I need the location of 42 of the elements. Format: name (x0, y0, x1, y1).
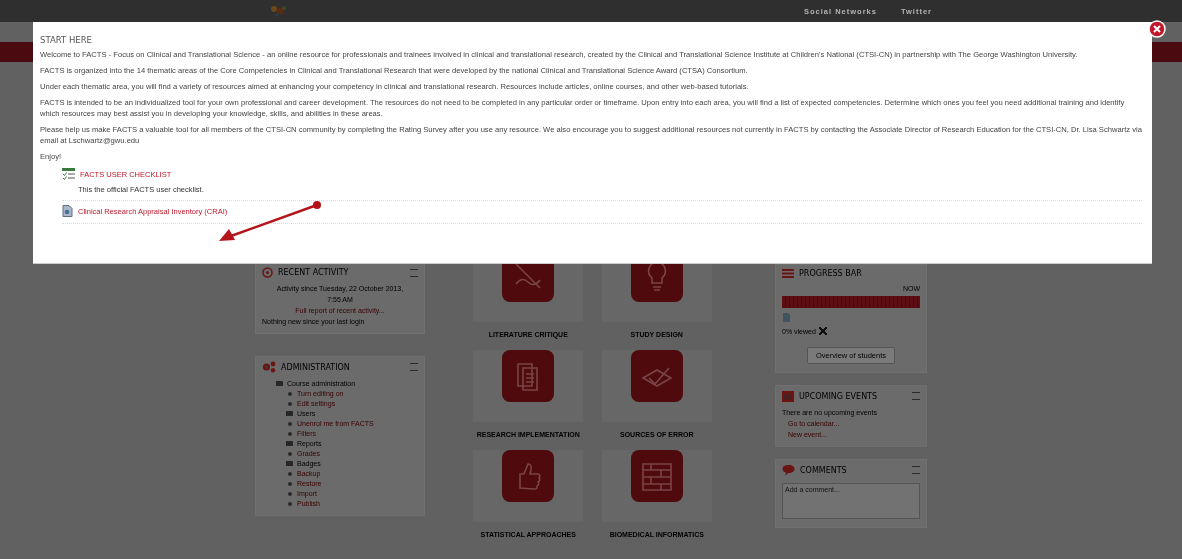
collapse-icon[interactable] (912, 466, 920, 474)
gears-icon (262, 361, 276, 373)
close-button[interactable] (1148, 20, 1166, 38)
bullet-icon (287, 391, 292, 396)
collapse-icon[interactable] (410, 363, 418, 371)
collapse-icon[interactable] (410, 268, 418, 277)
modal-title: START HERE (40, 34, 93, 46)
collapse-icon[interactable] (912, 392, 920, 400)
bullet-icon (287, 451, 292, 456)
block-title: UPCOMING EVENTS (799, 391, 878, 401)
tile-card[interactable] (473, 350, 584, 422)
checklist-icon (62, 168, 75, 180)
speech-bubble-icon (782, 464, 795, 476)
bars-icon (782, 269, 794, 278)
bullet-icon (287, 481, 292, 486)
tile-card[interactable] (473, 450, 584, 522)
bullet-icon (287, 501, 292, 506)
block-title: RECENT ACTIVITY (278, 268, 349, 277)
bullet-icon (287, 431, 292, 436)
folder-icon (276, 381, 283, 386)
tile-card[interactable] (601, 450, 712, 522)
brick-wall-icon (630, 450, 683, 502)
block-title: PROGRESS BAR (799, 269, 862, 278)
book-check-icon (630, 350, 683, 402)
thumbs-up-icon (502, 450, 555, 502)
papers-icon (502, 350, 555, 402)
document-icon (782, 312, 791, 323)
cross-icon (818, 327, 827, 335)
folder-icon (286, 461, 293, 466)
tile-card[interactable] (601, 350, 712, 422)
bullet-icon (287, 401, 292, 406)
folder-icon (286, 411, 293, 416)
target-icon (262, 267, 273, 278)
logo-icon (268, 4, 288, 18)
block-title: COMMENTS (800, 465, 847, 475)
bullet-icon (287, 471, 292, 476)
document-icon (62, 205, 73, 217)
bullet-icon (287, 491, 292, 496)
block-title: ADMINISTRATION (281, 362, 350, 372)
folder-icon (286, 441, 293, 446)
calendar-icon (782, 390, 794, 402)
bullet-icon (287, 421, 292, 426)
